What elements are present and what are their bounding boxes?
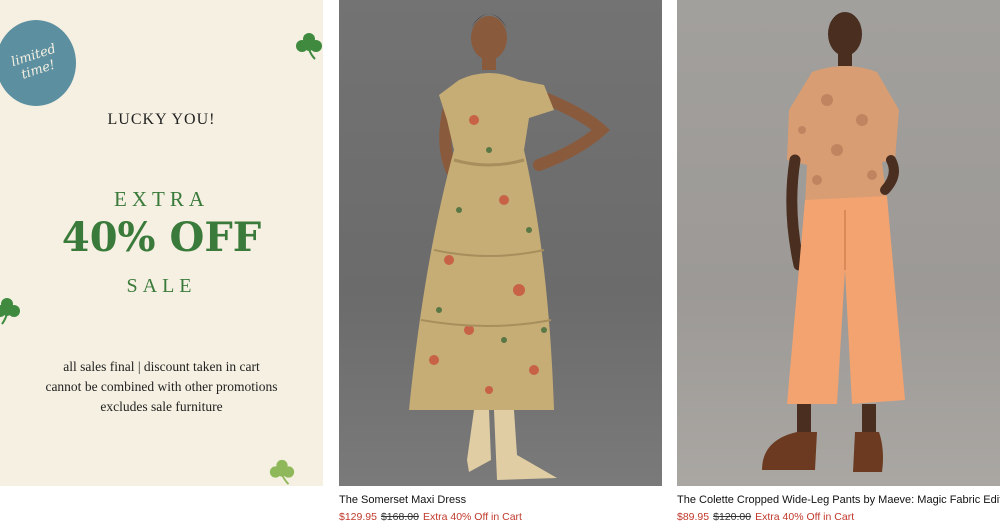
product-card[interactable]: The Colette Cropped Wide-Leg Pants by Ma…	[677, 0, 1000, 523]
product-image[interactable]	[677, 0, 1000, 486]
promo-tag: Extra 40% Off in Cart	[422, 511, 522, 523]
badge-text: limited time!	[9, 41, 58, 83]
clover-icon	[269, 459, 295, 485]
original-price: $120.00	[713, 511, 752, 523]
clover-icon	[296, 33, 322, 60]
promo-banner[interactable]: limited time! LUCKY YOU! EXTRA 40% OFF S…	[0, 0, 323, 486]
promo-discount: 40% OFF	[61, 214, 262, 261]
fine-print-line: cannot be combined with other promotions	[45, 379, 278, 394]
fine-print-line: all sales final | discount taken in cart	[63, 359, 260, 374]
promo-sale: SALE	[126, 275, 197, 297]
product-image[interactable]	[339, 0, 662, 486]
product-price: $129.95 $168.00 Extra 40% Off in Cart	[339, 511, 522, 523]
model-illustration	[409, 14, 610, 480]
promo-tag: Extra 40% Off in Cart	[755, 511, 855, 523]
product-name[interactable]: The Somerset Maxi Dress	[339, 494, 466, 506]
promo-extra: EXTRA	[114, 187, 209, 211]
promo-fine-print: all sales final | discount taken in cart…	[0, 357, 323, 417]
clover-icon	[0, 298, 20, 325]
product-price: $89.95 $120.00 Extra 40% Off in Cart	[677, 511, 854, 523]
product-card[interactable]: The Somerset Maxi Dress $129.95 $168.00 Ex…	[339, 0, 662, 523]
fine-print-line: excludes sale furniture	[100, 399, 223, 414]
product-name[interactable]: The Colette Cropped Wide-Leg Pants by Ma…	[677, 494, 1000, 506]
sale-price: $89.95	[677, 511, 710, 523]
limited-time-badge: limited time!	[0, 20, 76, 106]
original-price: $168.00	[380, 511, 419, 523]
model-illustration	[762, 12, 905, 472]
sale-price: $129.95	[339, 511, 377, 523]
promo-headline: LUCKY YOU!	[107, 111, 216, 128]
